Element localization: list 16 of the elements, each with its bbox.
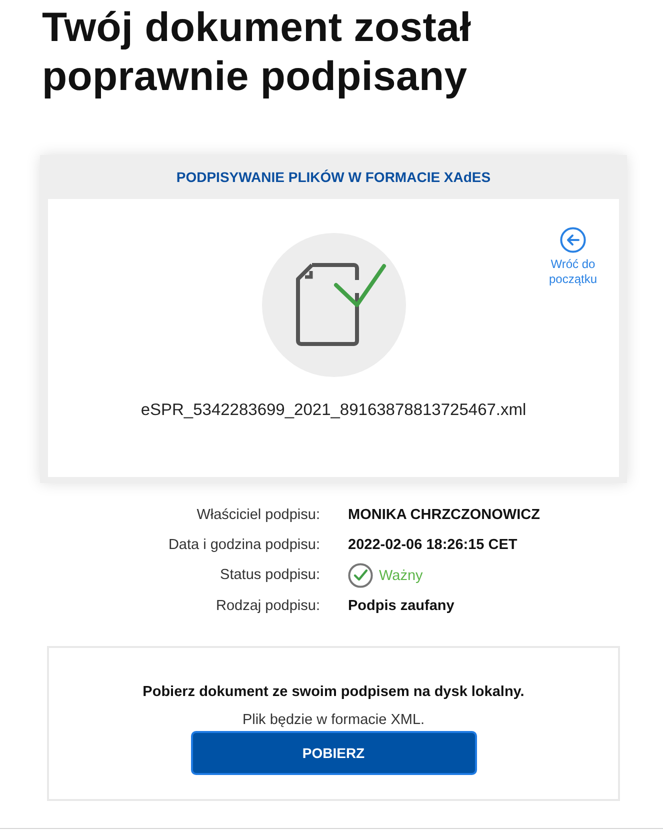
format-note: Plik będzie w formacie XML. [242, 711, 425, 730]
card-title: PODPISYWANIE PLIKÓW W FORMACIE XAdES [175, 168, 492, 187]
document-check-icon [262, 233, 406, 377]
detail-label: Data i godzina podpisu: [168, 536, 320, 555]
back-to-start-link[interactable]: Wróć do początku [543, 227, 603, 287]
detail-label: Właściciel podpisu: [196, 506, 320, 525]
detail-value: Podpis zaufany [348, 597, 454, 616]
detail-label: Status podpisu: [220, 566, 320, 585]
download-message: Pobierz dokument ze swoim podpisem na dysk lokalny. [142, 683, 524, 702]
detail-label: Rodzaj podpisu: [216, 597, 320, 616]
status-value: Ważny [379, 568, 423, 584]
file-name: eSPR_5342283699_2021_89163878813725467.xml [140, 400, 526, 420]
page-heading: Twój dokument został poprawnie podpisany [42, 3, 472, 101]
download-button[interactable]: POBIERZ [190, 731, 476, 775]
detail-value: 2022-02-06 18:26:15 CET [348, 536, 518, 555]
detail-value: MONIKA CHRZCZONOWICZ [348, 506, 540, 525]
